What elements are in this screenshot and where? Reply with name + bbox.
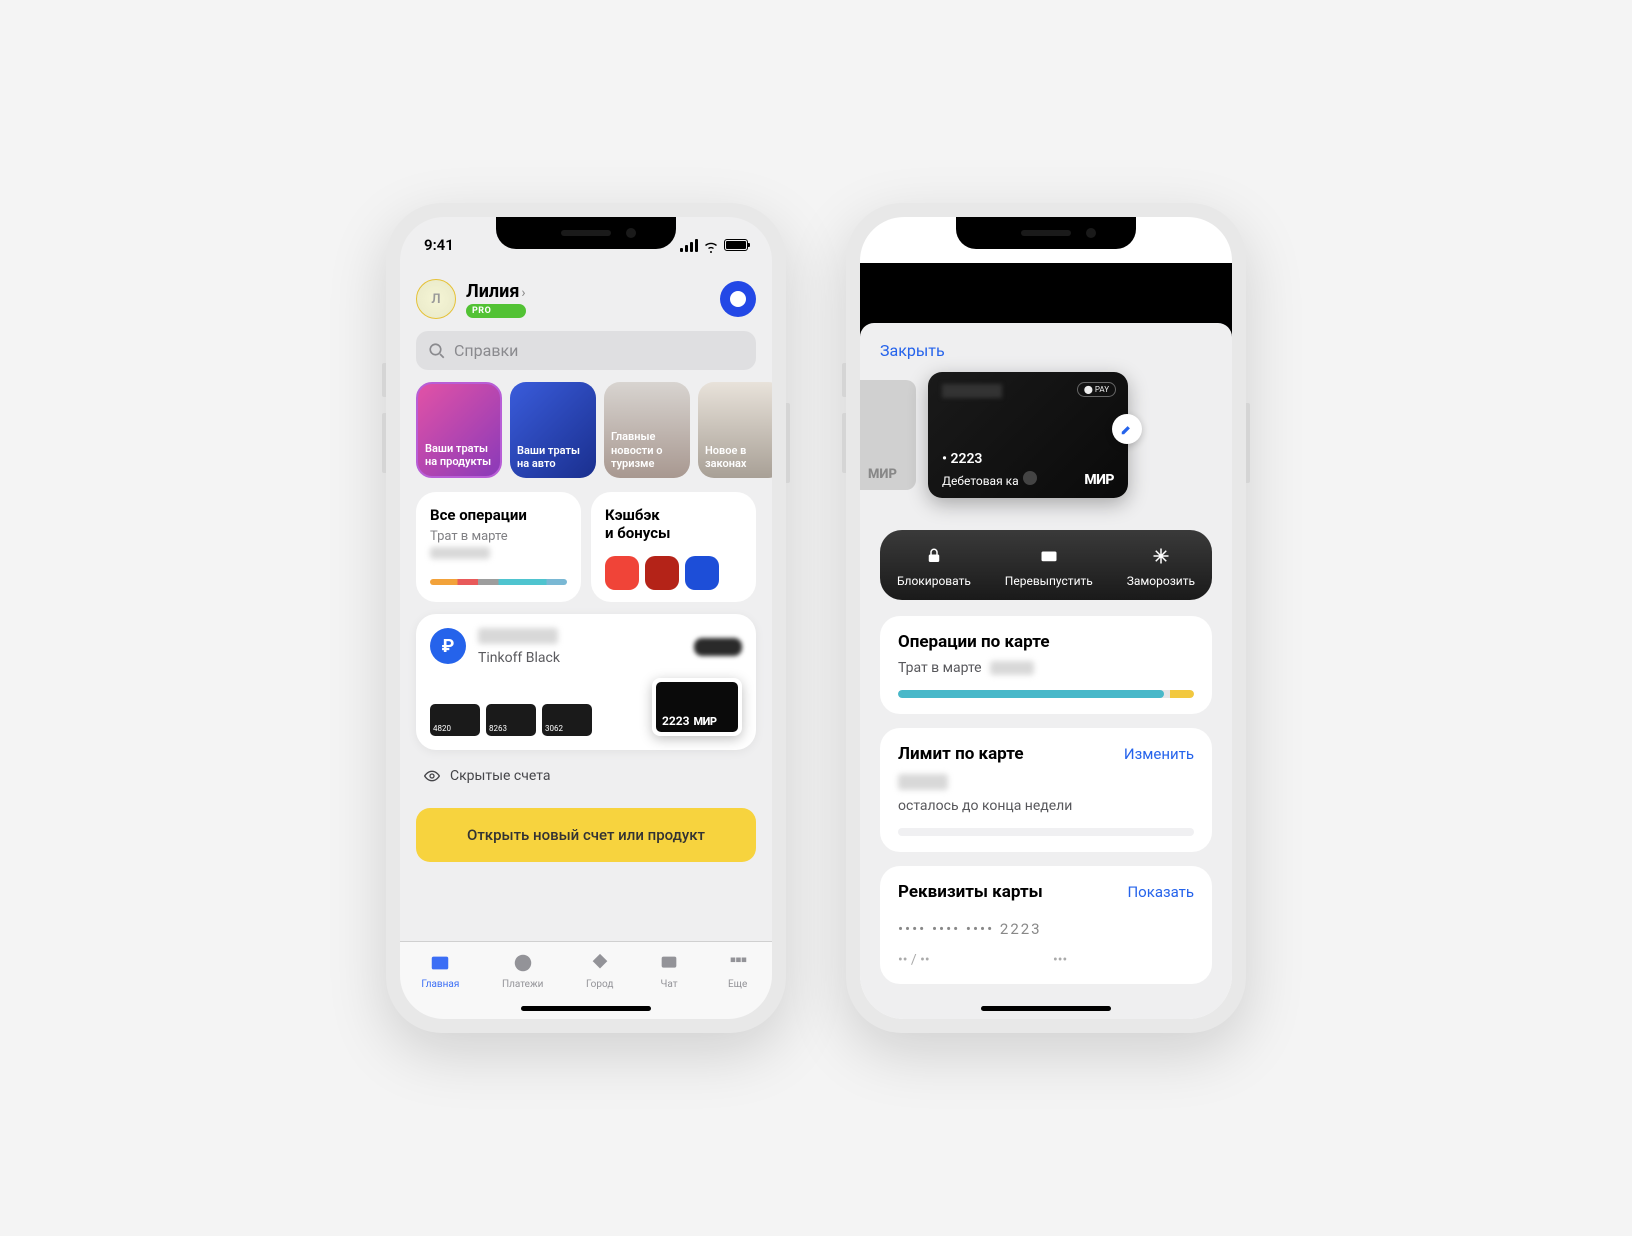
action-reissue[interactable]: Перевыпустить [1005, 544, 1093, 588]
tab-city[interactable]: Город [586, 950, 613, 990]
story-item[interactable]: Ваши траты на авто [510, 382, 596, 478]
snowflake-icon [1149, 544, 1173, 568]
tab-chat[interactable]: Чат [656, 950, 682, 990]
assistant-button[interactable] [720, 281, 756, 317]
story-item[interactable]: Ваши траты на продукты [416, 382, 502, 478]
masked-cvv: ••• [1053, 952, 1194, 968]
cashback-partner-icon [605, 556, 639, 590]
home-indicator [521, 1006, 651, 1011]
device-notch [956, 217, 1136, 249]
home-icon [427, 950, 453, 976]
blurred-balance [478, 628, 558, 644]
signal-icon [1140, 239, 1158, 252]
blurred-pill [694, 638, 742, 656]
chat-icon [656, 950, 682, 976]
city-icon [587, 950, 613, 976]
mini-card[interactable]: 8263 [486, 704, 536, 736]
hidden-accounts[interactable]: Скрытые счета [400, 750, 772, 802]
card-last4: • 2223 [942, 451, 1114, 467]
show-details-link[interactable]: Показать [1127, 883, 1194, 901]
signal-icon [680, 239, 698, 252]
battery-icon [1184, 239, 1208, 251]
card-actions: Блокировать Перевыпустить Заморозить [880, 530, 1212, 600]
search-placeholder: Справки [454, 341, 518, 360]
change-limit-link[interactable]: Изменить [1124, 745, 1194, 763]
cashback-partner-icon [685, 556, 719, 590]
cashback-partner-icon [645, 556, 679, 590]
featured-card[interactable]: 2223МИР [652, 678, 742, 736]
eye-icon [424, 768, 440, 784]
masked-expiry: •• / •• [898, 952, 1039, 968]
more-icon [725, 950, 751, 976]
wifi-icon [1163, 239, 1179, 251]
stories-row[interactable]: Ваши траты на продукты Ваши траты на авт… [400, 382, 772, 478]
status-time: 9:41 [884, 236, 914, 254]
action-freeze[interactable]: Заморозить [1127, 544, 1195, 588]
status-time: 9:41 [424, 236, 454, 254]
action-block[interactable]: Блокировать [897, 544, 971, 588]
wifi-icon [703, 239, 719, 251]
search-icon [428, 342, 446, 360]
blurred-amount [430, 547, 490, 559]
section-operations[interactable]: Операции по карте Трат в марте [880, 616, 1212, 714]
payments-icon [510, 950, 536, 976]
spending-progress [898, 690, 1194, 698]
edit-card-button[interactable] [1112, 414, 1142, 444]
blurred-amount [990, 661, 1034, 675]
card-icon [1037, 544, 1061, 568]
account-name: Tinkoff Black [478, 650, 560, 666]
widget-operations[interactable]: Все операции Трат в марте [416, 492, 581, 602]
phone-frame-right: 9:41 Закрыть МИР ⬤ PAY [846, 203, 1246, 1033]
mini-card[interactable]: 3062 [542, 704, 592, 736]
pay-badge: ⬤ PAY [1077, 382, 1116, 397]
section-limit[interactable]: Лимит по карте Изменить осталось до конц… [880, 728, 1212, 852]
phone-frame-left: 9:41 Л Лилия› PRO [386, 203, 786, 1033]
avatar: Л [416, 279, 456, 319]
close-button[interactable]: Закрыть [860, 337, 1232, 372]
user-profile[interactable]: Л Лилия› PRO [416, 279, 526, 319]
mir-logo: МИР [1084, 472, 1114, 488]
limit-progress [898, 828, 1194, 836]
spending-bar [430, 579, 567, 585]
pro-badge: PRO [466, 304, 526, 318]
chevron-right-icon: › [521, 285, 525, 301]
card-display[interactable]: ⬤ PAY • 2223 Дебетовая ка МИР [928, 372, 1128, 498]
tab-more[interactable]: Еще [725, 950, 751, 990]
prev-card-peek[interactable]: МИР [860, 380, 916, 490]
story-item[interactable]: Новое в законах [698, 382, 772, 478]
battery-icon [724, 239, 748, 251]
blurred-limit [898, 774, 948, 790]
account-card[interactable]: ₽ Tinkoff Black 4820 8263 3062 [416, 614, 756, 750]
mini-card[interactable]: 4820 [430, 704, 480, 736]
tab-payments[interactable]: Платежи [502, 950, 543, 990]
tab-main[interactable]: Главная [421, 950, 459, 990]
ruble-icon: ₽ [430, 628, 466, 664]
section-details: Реквизиты карты Показать •••• •••• •••• … [880, 866, 1212, 984]
story-item[interactable]: Главные новости о туризме [604, 382, 690, 478]
device-notch [496, 217, 676, 249]
username: Лилия [466, 281, 519, 302]
search-input[interactable]: Справки [416, 331, 756, 370]
home-indicator [981, 1006, 1111, 1011]
open-account-button[interactable]: Открыть новый счет или продукт [416, 808, 756, 862]
edit-name-icon[interactable] [1023, 471, 1037, 485]
lock-icon [922, 544, 946, 568]
widget-cashback[interactable]: Кэшбэк и бонусы [591, 492, 756, 602]
masked-card-number: •••• •••• •••• 2223 [898, 920, 1194, 938]
blurred-brand [942, 384, 1002, 398]
